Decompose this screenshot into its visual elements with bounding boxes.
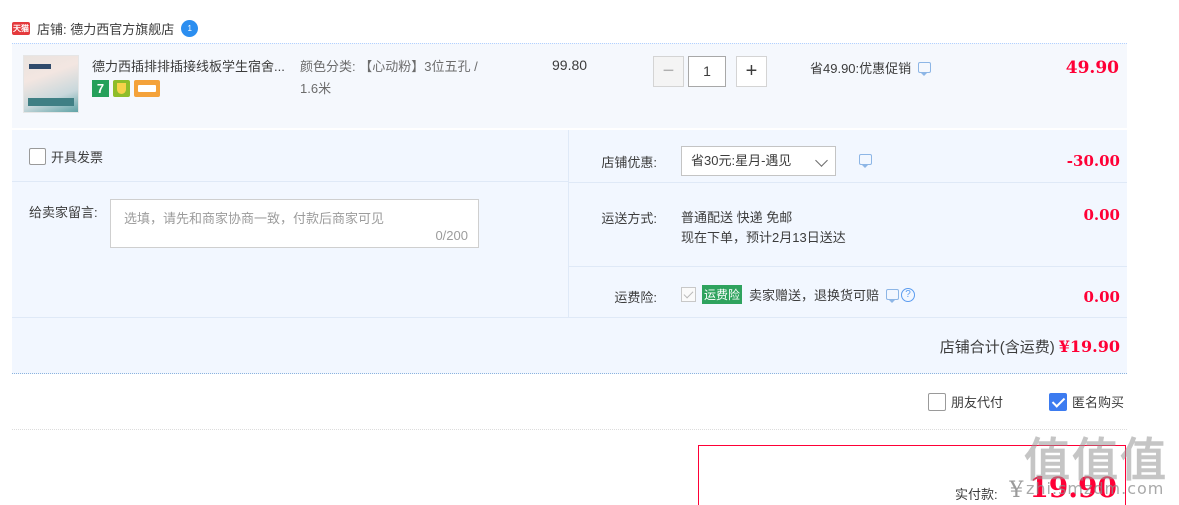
quantity-stepper: − 1 + [653, 56, 767, 87]
payment-summary: 实付款: ¥19.90 [698, 445, 1126, 505]
sku-line-length: 1.6米 [300, 81, 332, 96]
decrease-quantity-button[interactable]: − [653, 56, 684, 87]
memo-placeholder: 选填，请先和商家协商一致，付款后商家可见 [124, 211, 385, 226]
promotion-info: 省49.90:优惠促销 [810, 58, 932, 77]
anonymous-purchase-option[interactable]: 匿名购买 [1049, 392, 1124, 411]
watermark-glyph: 值 [1120, 433, 1166, 487]
order-details-panel: 开具发票 给卖家留言: 选填，请先和商家协商一致，付款后商家可见 0/200 店… [12, 130, 1127, 374]
item-subtotal: 49.90 [1065, 58, 1119, 78]
divider [12, 429, 1127, 430]
increase-quantity-button[interactable]: + [736, 56, 767, 87]
shipping-amount: 0.00 [1083, 206, 1120, 224]
sku-info: 颜色分类: 【心动粉】3位五孔 / 1.6米 [300, 56, 520, 100]
coupon-amount: -30.00 [1066, 152, 1120, 170]
shipping-row: 0.00 [569, 182, 1127, 266]
anonymous-label: 匿名购买 [1072, 395, 1125, 410]
shop-total-label: 店铺合计(含运费) [939, 339, 1055, 356]
friend-pay-label: 朋友代付 [951, 395, 1004, 410]
shop-header: 天猫 店铺: 德力西官方旗舰店 1 [12, 16, 199, 40]
promotion-text: 省49.90:优惠促销 [810, 61, 912, 76]
invoice-label: 开具发票 [51, 150, 104, 165]
invoice-option[interactable]: 开具发票 [29, 147, 103, 166]
message-icon[interactable] [859, 154, 872, 168]
memo-label: 给卖家留言: [29, 205, 98, 220]
payment-amount: ¥19.90 [1009, 471, 1117, 504]
shop-total: 店铺合计(含运费) ¥19.90 [940, 336, 1120, 357]
invoice-checkbox[interactable] [29, 148, 46, 165]
service-badges: 7 [92, 80, 160, 97]
shop-name-link[interactable]: 店铺: 德力西官方旗舰店 [37, 19, 174, 38]
message-icon[interactable] [918, 62, 932, 76]
insurance-row: 0.00 [569, 266, 1127, 317]
coupon-row: 省30元:星月-遇见 -30.00 [569, 130, 1127, 182]
divider [12, 181, 568, 182]
anonymous-checkbox[interactable] [1049, 392, 1067, 411]
credit-card-icon[interactable] [134, 80, 160, 97]
friend-pay-checkbox[interactable] [928, 392, 946, 411]
insurance-amount: 0.00 [1083, 288, 1120, 306]
seller-memo-textarea[interactable]: 选填，请先和商家协商一致，付款后商家可见 0/200 [110, 199, 479, 248]
sku-line-color: 颜色分类: 【心动粉】3位五孔 / [300, 59, 478, 74]
guarantee-icon[interactable] [113, 80, 130, 97]
unit-price: 99.80 [552, 57, 588, 73]
memo-char-count: 0/200 [435, 228, 468, 243]
thumbnail-label-strip [29, 64, 51, 69]
chat-icon[interactable]: 1 [181, 19, 199, 37]
currency-symbol: ¥ [1009, 478, 1024, 503]
product-thumbnail[interactable] [23, 55, 79, 113]
tmall-logo-icon: 天猫 [12, 21, 30, 35]
product-title-link[interactable]: 德力西插排排插接线板学生宿舍... [92, 56, 292, 75]
thumbnail-power-strip [28, 98, 74, 106]
friend-pay-option[interactable]: 朋友代付 [928, 392, 1003, 411]
divider [12, 317, 1127, 318]
cart-item-row: 德力西插排排插接线板学生宿舍... 7 颜色分类: 【心动粉】3位五孔 / 1.… [12, 43, 1127, 128]
shop-total-value: ¥19.90 [1058, 337, 1120, 356]
coupon-select[interactable]: 省30元:星月-遇见 [681, 146, 836, 176]
chevron-down-icon [815, 154, 828, 167]
seven-day-return-icon[interactable]: 7 [92, 80, 109, 97]
coupon-selected-value: 省30元:星月-遇见 [691, 153, 792, 168]
payment-label: 实付款: [955, 487, 998, 502]
order-left-column: 开具发票 给卖家留言: 选填，请先和商家协商一致，付款后商家可见 0/200 [12, 130, 568, 317]
quantity-input[interactable]: 1 [688, 56, 726, 87]
payment-amount-value: 19.90 [1029, 471, 1117, 504]
